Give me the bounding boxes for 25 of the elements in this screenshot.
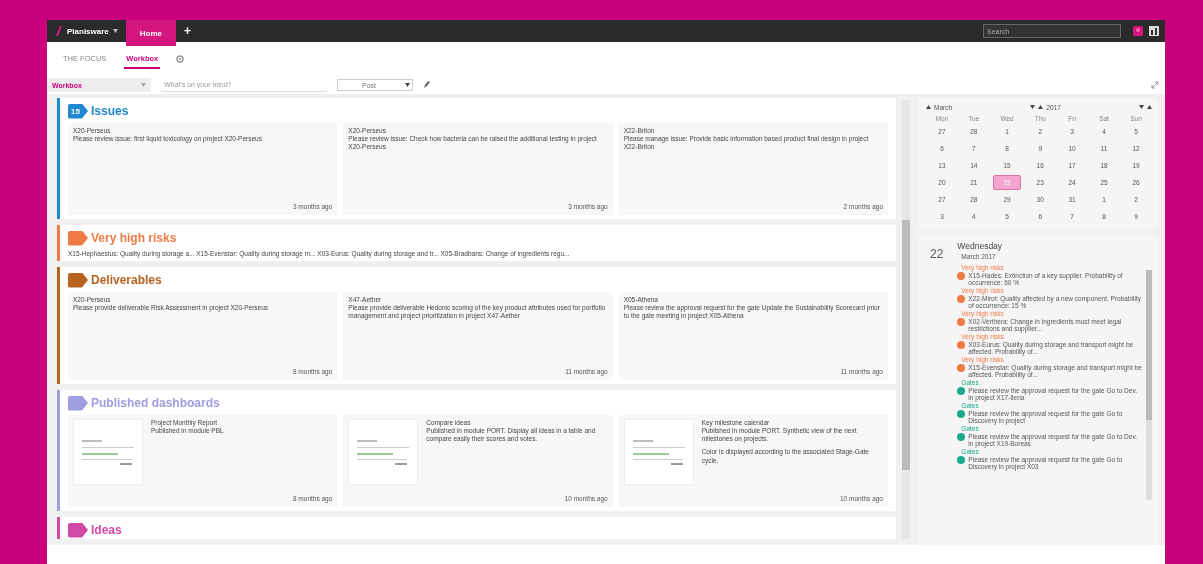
- expand-icon: [1151, 81, 1159, 89]
- user-icon: [1133, 26, 1143, 36]
- dashboard-thumbnail: [623, 419, 694, 485]
- app-menu-button[interactable]: Planisware: [47, 20, 126, 42]
- add-tab-button[interactable]: +: [176, 24, 200, 38]
- scrollbar[interactable]: [1146, 270, 1152, 500]
- section-title: Issues: [91, 104, 129, 118]
- section-title: Deliverables: [91, 273, 162, 287]
- day-number: 22: [930, 246, 944, 263]
- section-title: Published dashboards: [91, 396, 220, 410]
- dashboard-thumbnail: [348, 419, 419, 485]
- section-title: Ideas: [91, 523, 122, 537]
- section-badge: 15: [68, 103, 88, 119]
- logo-icon: [55, 25, 63, 37]
- caret-icon: [926, 105, 931, 109]
- caret-icon: [405, 83, 410, 87]
- dashboard-thumbnail: [73, 419, 143, 485]
- chart-icon: [1149, 26, 1159, 36]
- home-tab[interactable]: Home: [125, 20, 177, 46]
- section-title: Very high risks: [91, 231, 177, 245]
- weekday-title: Wednesday: [957, 241, 1004, 251]
- scrollbar[interactable]: [902, 100, 910, 539]
- caret-icon: [141, 83, 146, 87]
- caret-icon: [112, 29, 118, 33]
- pencil-icon: [423, 81, 430, 89]
